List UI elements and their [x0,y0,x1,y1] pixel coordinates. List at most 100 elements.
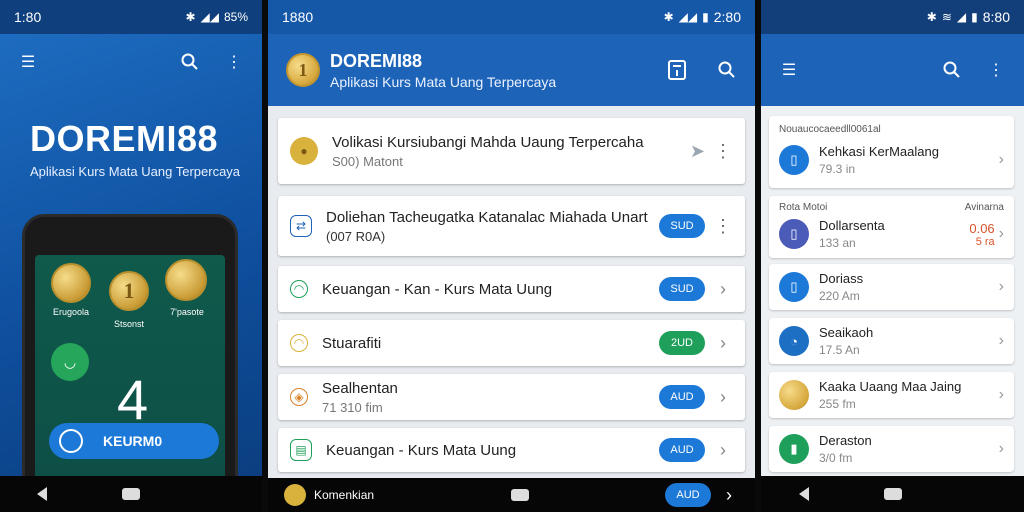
menu-icon[interactable]: ☰ [14,48,42,76]
bluetooth-icon: ✱ [185,10,196,24]
rate-change: 5 ra [975,235,995,248]
chevron-right-icon[interactable]: › [999,440,1004,458]
logo-coin-icon: 1 [286,53,320,87]
currency-badge[interactable]: SUD [659,277,705,301]
book-icon: ▯ [779,145,809,175]
send-icon[interactable]: ➤ [690,141,705,162]
list-item[interactable]: ◠ Keuangan - Kan - Kurs Mata Uung SUD › [278,266,745,312]
recent-apps-icon[interactable] [215,489,225,499]
chevron-right-icon[interactable]: › [999,151,1004,169]
list-item-title: Doliehan Tacheugatka Katanalac Miahada U… [326,208,648,226]
list-item[interactable]: ⇄ Doliehan Tacheugatka Katanalac Miahada… [278,196,745,256]
status-time: 1:80 [14,9,42,25]
chevron-right-icon[interactable]: › [999,386,1004,404]
list-item-subtitle: 133 an [819,236,856,250]
status-bar: 1:80 ✱ ◢◢ 85% [0,0,262,34]
list-item[interactable]: ▯ Dollarsenta 133 an 0.06 5 ra › [769,212,1014,256]
signal-icon: ◢◢ [200,10,219,24]
chevron-right-icon[interactable]: › [713,387,733,408]
chevron-right-icon[interactable]: › [999,332,1004,350]
nav-item-label: Komenkian [314,488,375,502]
status-time: 1880 [282,9,314,25]
list-item-subtitle: 79.3 in [819,162,856,176]
panel-landing: 1:80 ✱ ◢◢ 85% ☰ ⋮ DOREMI88 Aplikasi Kurs… [0,0,262,512]
wifi-icon: ≋ [941,10,952,24]
document-icon: ▯ [779,272,809,302]
chevron-right-icon[interactable]: › [713,440,733,461]
home-icon[interactable] [121,488,140,500]
section-label: Nouaucocaeedll0061al [779,124,881,135]
status-clock: 8:80 [982,9,1010,25]
currency-badge[interactable]: SUD [659,214,705,238]
more-vert-icon[interactable]: ⋮ [713,216,733,237]
list-item-title: Seaikaoh [819,325,874,340]
currency-badge[interactable]: 2UD [659,331,705,355]
coin-label: Erugoola [52,307,90,317]
list-item-title: Volikasi Kursiubangi Mahda Uaung Terperc… [332,133,644,151]
signal-icon: ◢ [956,10,967,24]
list-item-subtitle: 71 310 fim [322,399,383,415]
status-bar: 1880 ✱ ◢◢ ▮ 2:80 [268,0,755,34]
back-icon[interactable] [798,487,809,501]
signal-icon: ◢◢ [678,10,698,24]
list-item[interactable]: ▯ Kehkasi KerMaalang 79.3 in › [769,138,1014,182]
list-item[interactable]: Kaaka Uaang Maa Jaing 255 fm › [769,372,1014,418]
bag-icon: ◔ [779,326,809,356]
search-icon[interactable] [938,56,966,84]
keurmo-button[interactable]: KEURM0 [49,423,219,459]
list-item-subtitle: 255 fm [819,397,856,411]
shield-icon: ◈ [290,388,308,406]
currency-badge[interactable]: AUD [664,483,711,507]
search-icon[interactable] [713,56,741,84]
list-item[interactable]: ◔ Seaikaoh 17.5 An › [769,318,1014,364]
coin-icon [165,259,207,301]
app-subtitle: Aplikasi Kurs Mata Uang Terpercaya [30,164,241,179]
nav-bar: Komenkian AUD › [268,478,755,512]
battery-percent: 85% [223,10,248,24]
nav-bar [0,476,262,512]
chevron-right-icon[interactable]: › [719,485,739,506]
calculator-icon: ▤ [290,439,312,461]
chevron-right-icon[interactable]: › [713,333,733,354]
more-vert-icon[interactable]: ⋮ [713,141,733,162]
list-item-title: Doriass [819,271,864,286]
chevron-right-icon[interactable]: › [999,225,1004,243]
list-item[interactable]: ◠ Stuarafiti 2UD › [278,320,745,366]
home-icon[interactable] [510,489,529,501]
app-title: DOREMI88 [330,50,423,71]
list-item-title: Deraston [819,433,872,448]
list-item[interactable]: ▤ Keuangan - Kurs Mata Uung AUD › [278,428,745,472]
wallet-icon: ▮ [779,434,809,464]
list-item[interactable]: ▯ Doriass 220 Am › [769,264,1014,310]
recent-apps-icon[interactable] [977,489,987,499]
currency-badge[interactable]: AUD [659,385,705,409]
more-vert-icon[interactable]: ⋮ [220,48,248,76]
list-item[interactable]: ▮ Deraston 3/0 fm › [769,426,1014,472]
list-item[interactable]: ◈ Sealhentan 71 310 fim AUD › [278,374,745,420]
rate-value: 0.06 [969,220,995,236]
chevron-right-icon[interactable]: › [713,279,733,300]
app-bar: ☰ ⋮ [0,34,262,90]
chevron-right-icon[interactable]: › [999,278,1004,296]
back-icon[interactable] [37,487,48,501]
list-item[interactable]: ● Volikasi Kursiubangi Mahda Uaung Terpe… [278,118,745,184]
calculator-icon[interactable] [663,56,691,84]
app-bar: ☰ ⋮ [761,34,1024,106]
bluetooth-icon: ✱ [663,10,674,24]
coin-label: 7'pasote [170,307,204,317]
list-item-title: Kehkasi KerMaalang [819,144,939,159]
menu-icon[interactable]: ☰ [775,56,803,84]
keurmo-button-label: KEURM0 [103,433,163,449]
currency-badge[interactable]: AUD [659,438,705,462]
coin-outline-icon: ◠ [290,334,308,352]
home-icon[interactable] [883,488,902,500]
list-item-subtitle: S00) Matont [332,153,403,169]
coin-label: Stsonst [113,319,144,329]
nav-bar [761,476,1024,512]
avatar [284,484,306,506]
more-vert-icon[interactable]: ⋮ [982,56,1010,84]
panel-list: 1880 ✱ ◢◢ ▮ 2:80 1 DOREMI88 Aplikasi Kur… [268,0,755,512]
list-item-title: Dollarsenta [819,218,885,233]
search-icon[interactable] [176,48,204,76]
app-bar: 1 DOREMI88 Aplikasi Kurs Mata Uang Terpe… [268,34,755,106]
